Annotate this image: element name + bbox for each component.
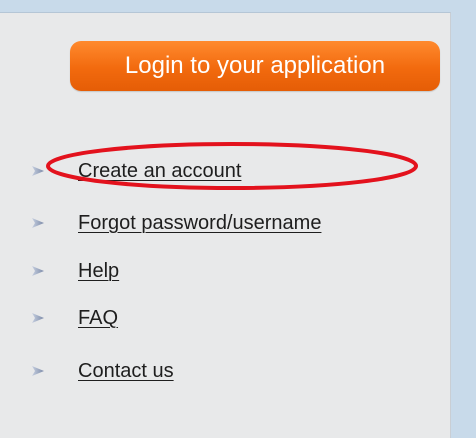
login-panel: Login to your application Create an acco… bbox=[0, 12, 451, 438]
list-item-help: Help bbox=[30, 257, 119, 285]
arrow-bullet-icon bbox=[32, 166, 44, 176]
help-link[interactable]: Help bbox=[78, 260, 119, 283]
arrow-bullet-icon bbox=[32, 266, 44, 276]
arrow-bullet-icon bbox=[32, 366, 44, 376]
arrow-bullet-icon bbox=[32, 218, 44, 228]
forgot-password-link[interactable]: Forgot password/username bbox=[78, 212, 321, 235]
list-item-contact-us: Contact us bbox=[30, 357, 174, 385]
create-account-link[interactable]: Create an account bbox=[78, 160, 241, 183]
list-item-faq: FAQ bbox=[30, 304, 118, 332]
list-item-create-account: Create an account bbox=[30, 157, 241, 185]
link-list: Create an account Forgot password/userna… bbox=[0, 13, 450, 438]
faq-link[interactable]: FAQ bbox=[78, 307, 118, 330]
list-item-forgot-password: Forgot password/username bbox=[30, 209, 321, 237]
arrow-bullet-icon bbox=[32, 313, 44, 323]
contact-us-link[interactable]: Contact us bbox=[78, 360, 174, 383]
